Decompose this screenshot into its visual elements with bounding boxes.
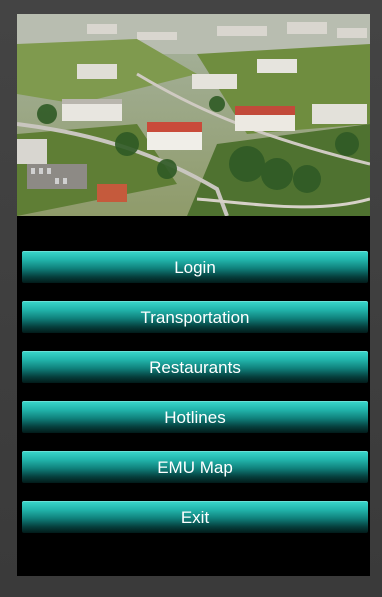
main-menu: Login Transportation Restaurants Hotline… <box>22 251 368 551</box>
login-button-label: Login <box>174 258 216 277</box>
exit-button[interactable]: Exit <box>22 501 368 533</box>
campus-hero-image <box>17 14 370 216</box>
restaurants-button[interactable]: Restaurants <box>22 351 368 383</box>
campus-aerial-illustration <box>17 14 370 216</box>
transportation-button-label: Transportation <box>140 308 250 327</box>
transportation-button[interactable]: Transportation <box>22 301 368 333</box>
login-button[interactable]: Login <box>22 251 368 283</box>
device-frame: Login Transportation Restaurants Hotline… <box>0 0 382 597</box>
app-screen: Login Transportation Restaurants Hotline… <box>17 14 370 576</box>
emu-map-button[interactable]: EMU Map <box>22 451 368 483</box>
hotlines-button[interactable]: Hotlines <box>22 401 368 433</box>
exit-button-label: Exit <box>180 508 210 527</box>
hotlines-button-label: Hotlines <box>164 408 226 427</box>
emu-map-button-label: EMU Map <box>157 458 233 477</box>
restaurants-button-label: Restaurants <box>149 358 241 377</box>
